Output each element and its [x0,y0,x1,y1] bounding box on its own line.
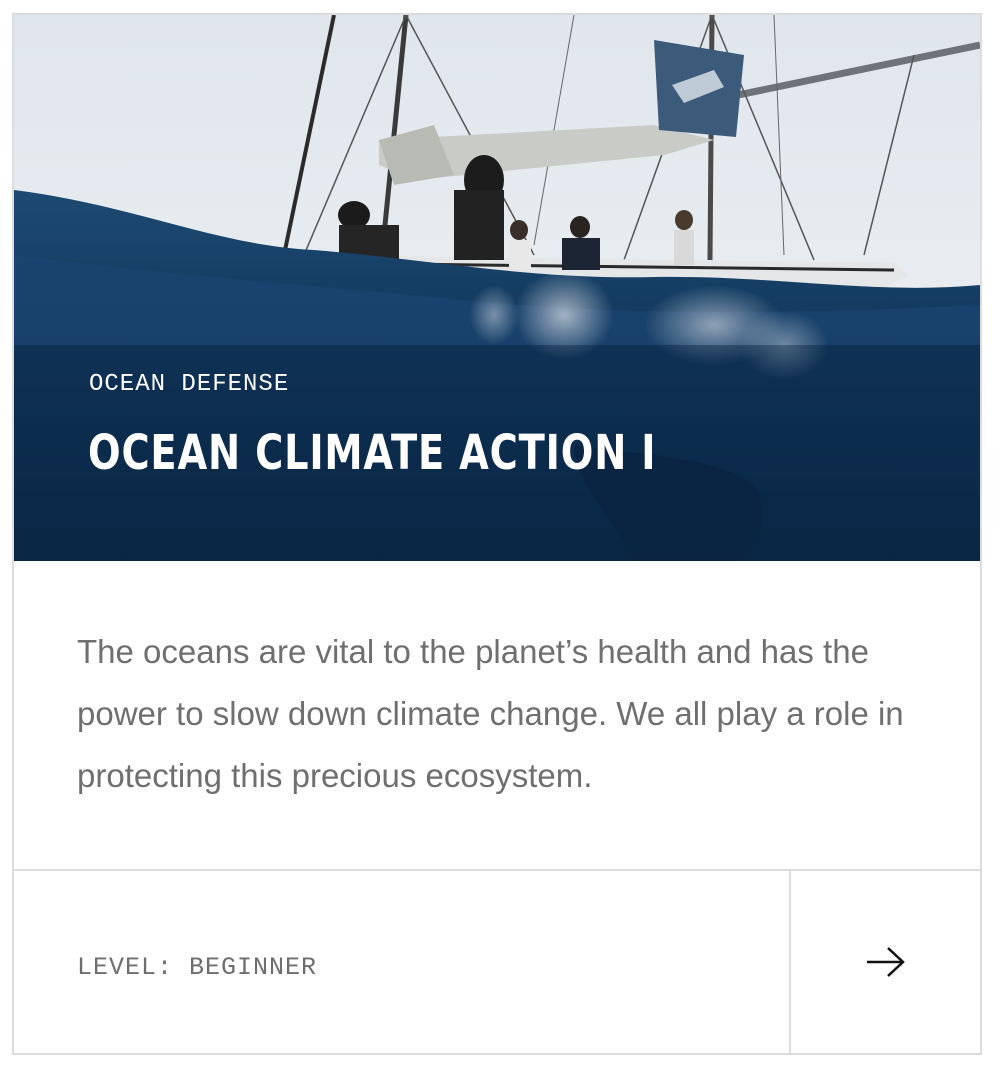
level-label: LEVEL: BEGINNER [77,953,318,982]
open-course-button[interactable] [789,871,980,1055]
card-description: The oceans are vital to the planet’s hea… [77,633,904,794]
course-card[interactable]: OCEAN DEFENSE OCEAN CLIMATE ACTION I The… [12,13,982,1055]
card-footer: LEVEL: BEGINNER [14,869,980,1055]
card-category: OCEAN DEFENSE [89,371,290,398]
arrow-right-icon [867,947,905,977]
card-title: OCEAN CLIMATE ACTION I [88,425,657,481]
hero-image: OCEAN DEFENSE OCEAN CLIMATE ACTION I [14,15,980,561]
